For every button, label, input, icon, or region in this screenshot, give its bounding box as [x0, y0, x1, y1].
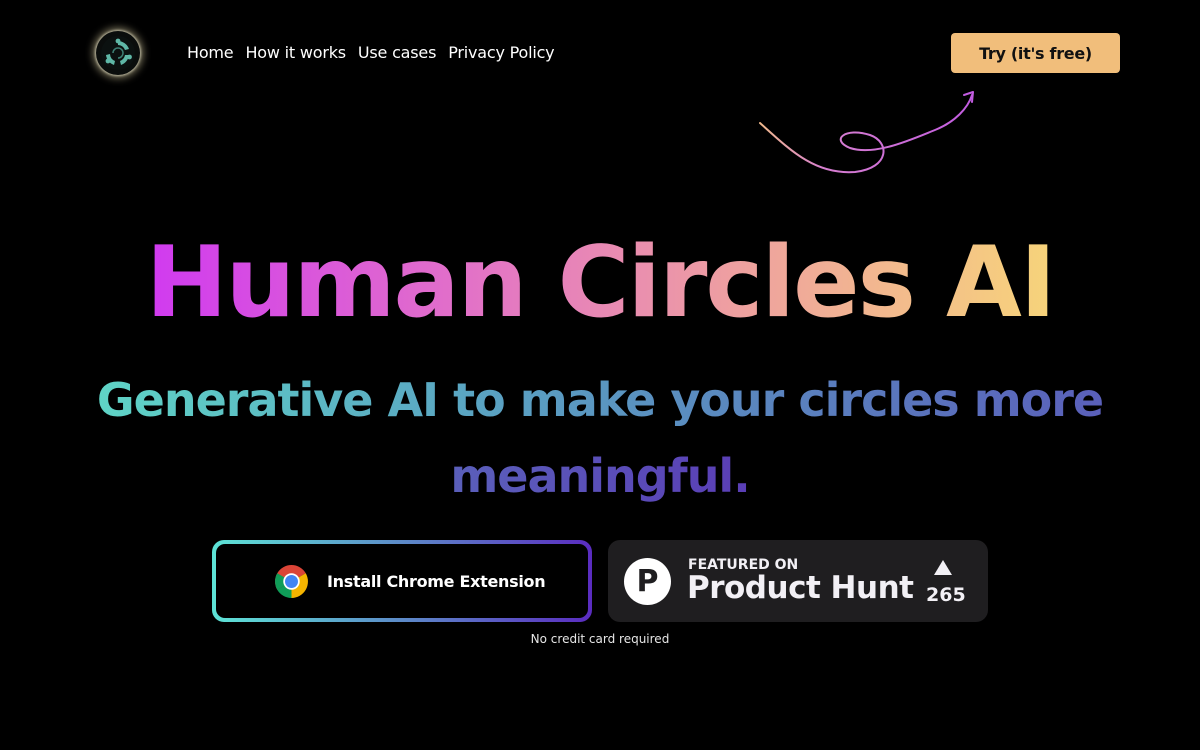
human-circles-logo-icon	[101, 36, 135, 70]
chrome-icon	[275, 564, 308, 598]
logo[interactable]	[96, 31, 140, 75]
hero-title: Human Circles AI	[0, 228, 1200, 338]
upvote-triangle-icon	[934, 560, 952, 575]
hero-title-text: Human Circles AI	[145, 226, 1057, 340]
main-nav: Home How it works Use cases Privacy Poli…	[187, 42, 555, 64]
curly-arrow-icon	[759, 91, 974, 174]
upvote-count: 265	[926, 584, 966, 606]
nav-how-it-works[interactable]: How it works	[245, 42, 346, 64]
chrome-button-inner: Install Chrome Extension	[216, 544, 588, 618]
hero-subtitle-text: Generative AI to make your circles more …	[96, 373, 1104, 503]
chrome-button-label: Install Chrome Extension	[327, 571, 546, 591]
try-free-button[interactable]: Try (it's free)	[951, 33, 1120, 73]
product-hunt-badge[interactable]: P FEATURED ON Product Hunt 265	[608, 540, 988, 622]
install-chrome-extension-button[interactable]: Install Chrome Extension	[212, 540, 592, 622]
product-hunt-logo-icon: P	[624, 558, 671, 605]
nav-use-cases[interactable]: Use cases	[358, 42, 436, 64]
product-hunt-name: Product Hunt	[687, 570, 914, 606]
nav-home[interactable]: Home	[187, 42, 234, 64]
nav-privacy-policy[interactable]: Privacy Policy	[448, 42, 554, 64]
hero-subtitle: Generative AI to make your circles more …	[60, 362, 1140, 514]
no-credit-card-note: No credit card required	[530, 632, 670, 646]
